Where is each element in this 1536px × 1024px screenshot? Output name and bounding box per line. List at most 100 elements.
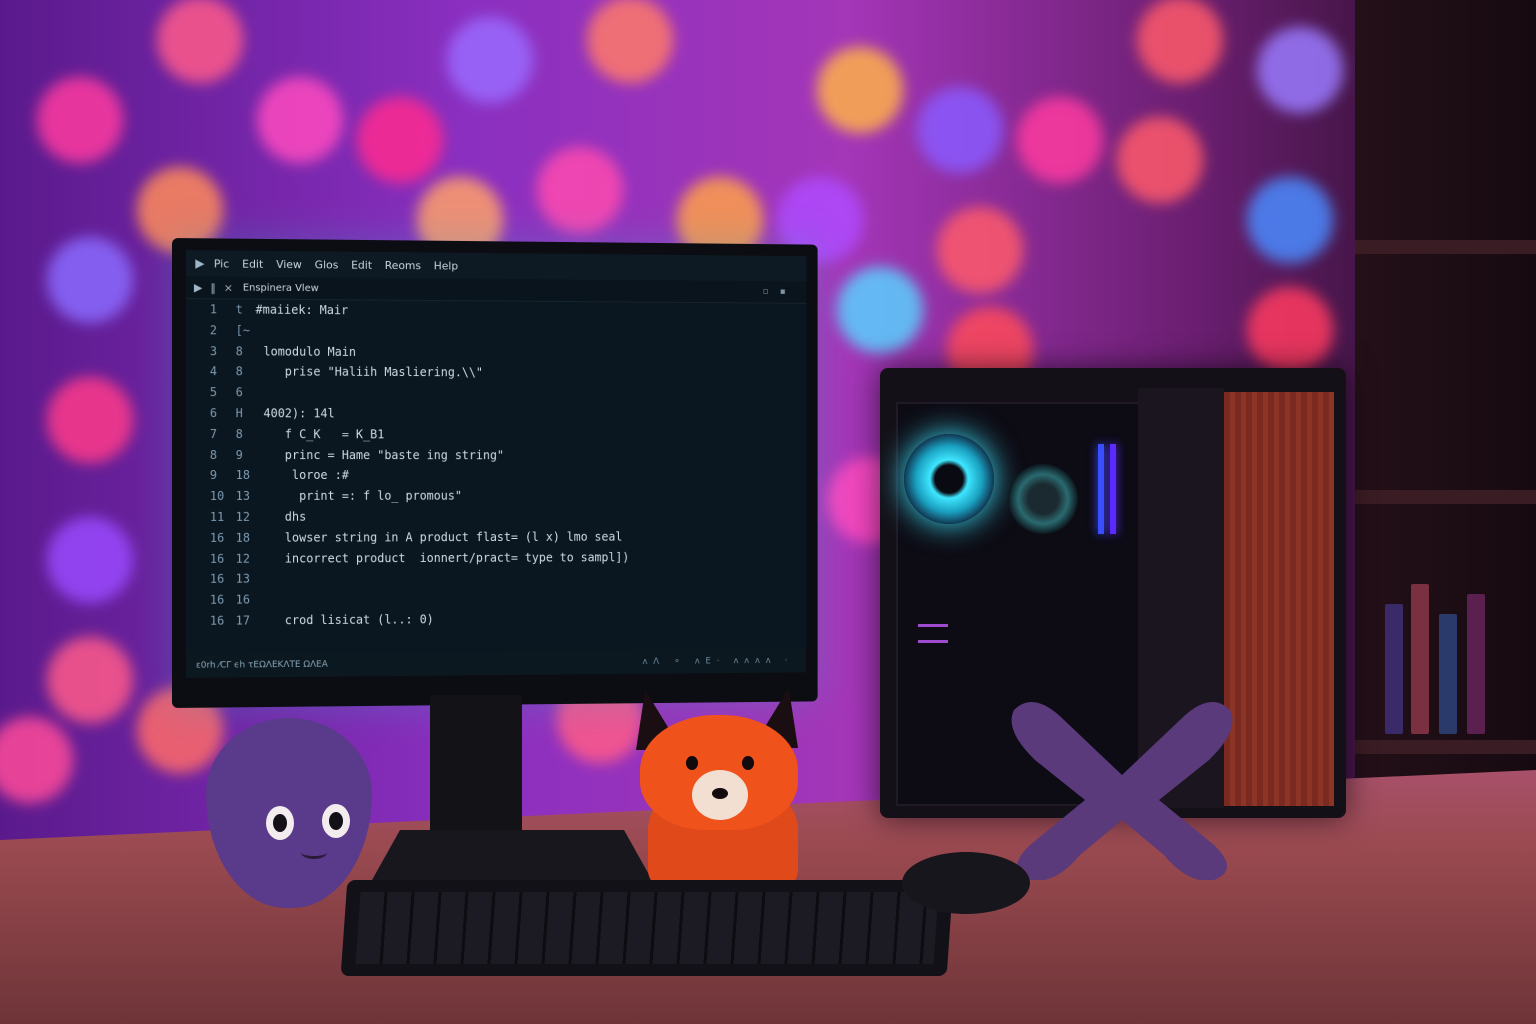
code-text: incorrect product ionnert/pract= type to… [263,550,630,566]
code-text: crod lisicat (l..: 0) [263,612,434,628]
line-gutter: 12 [235,551,250,566]
status-bar: ε0rh ⁄CΓ ϵh τΕΩΛΕΚΛΤΕ ΩΛΕΑ ᴧΛ ⚬ ᴧΕ· ᴧᴧᴧᴧ… [185,648,807,678]
line-gutter: 16 [235,592,250,607]
code-line: 8 9 princ = Hame "baste ing string" [186,448,806,468]
status-left-text: ε0rh ⁄CΓ ϵh τΕΩΛΕΚΛΤΕ ΩΛΕΑ [195,659,328,671]
code-line: 16 13 [186,570,806,593]
code-line: 3 8 lomodulo Main [186,344,806,367]
code-text: print =: f lo_ promous" [263,488,462,504]
code-line: 9 18 loroe :# [186,468,806,488]
line-number: 1 [209,302,218,317]
code-text: lowser string in A product flast= (l x) … [263,529,623,545]
line-number: 16 [209,592,225,607]
code-text: princ = Hame "baste ing string" [263,447,504,462]
menu-item-help[interactable]: Help [434,259,458,272]
menu-item-reoms[interactable]: Reoms [385,259,421,272]
code-text: loroe :# [263,468,349,483]
line-gutter: 13 [235,572,250,587]
code-area[interactable]: 1 t #maiiek: Mair 2 [~ 3 8 lomodulo Main 4 8 pris… [186,302,806,646]
code-text: f C_K = K_B1 [263,426,385,442]
bokeh-light [352,92,448,188]
bokeh-light [1112,112,1208,208]
line-gutter: 18 [235,530,250,545]
code-line: 16 12 incorrect product ionnert/pract= ty… [186,549,806,571]
tab-title[interactable]: Enspinera Vlew [243,282,319,294]
line-gutter: 17 [235,613,250,628]
bokeh-light [442,12,538,108]
line-number: 6 [209,406,218,421]
line-number: 11 [209,509,225,524]
bokeh-light [42,372,138,468]
bokeh-light [1242,172,1338,268]
code-line: 56 [186,385,806,407]
run-icon[interactable]: ▶ [194,281,202,294]
code-line: 6 H 4002): 14l [186,406,806,427]
bokeh-light [252,72,348,168]
line-gutter: 8 [235,343,243,358]
editor-toolbar: ▶ ‖ × Enspinera Vlew ▫▪ [185,276,807,304]
line-gutter: 9 [235,447,243,462]
code-text: 4002): 14l [263,406,335,421]
code-line: 2 [~ [186,323,806,347]
line-gutter: 8 [235,364,243,379]
x-plush [1011,702,1233,880]
code-text: lomodulo Main [263,344,356,359]
bokeh-light [912,82,1008,178]
line-number: 3 [209,343,218,358]
bokeh-light [932,202,1028,298]
line-gutter: 6 [235,385,243,400]
status-right-text: ᴧΛ ⚬ ᴧΕ· ᴧᴧᴧᴧ · [642,655,794,667]
code-text: dhs [263,509,307,524]
line-number: 2 [209,323,218,338]
code-line: 10 13 print =: f lo_ promous" [186,489,806,509]
bokeh-light [42,232,138,328]
bokeh-light [832,262,928,358]
code-line: 16 16 [186,590,806,613]
menu-item-edit[interactable]: Edit [242,257,263,270]
code-line: 7 8 f C_K = K_B1 [186,427,806,448]
bokeh-light [32,72,128,168]
bokeh-light [1242,282,1338,378]
bokeh-light [42,512,138,608]
window-controls-icon[interactable]: ▫▪ [763,287,797,297]
code-line: 16 18 lowser string in A product flast= (… [186,529,806,551]
line-number: 7 [209,426,218,441]
bokeh-light [1012,92,1108,188]
menu-item-pic[interactable]: Pic [214,257,229,270]
line-number: 8 [209,447,218,462]
line-gutter: 8 [235,426,243,441]
line-gutter: t [235,302,243,317]
line-number: 5 [209,385,218,400]
monitor-stand [430,695,522,840]
menu-item-glos[interactable]: Glos [315,258,339,271]
cpu-cooler-icon [1008,464,1078,534]
pause-icon[interactable]: ‖ [210,281,215,294]
line-number: 4 [209,364,218,379]
line-number: 16 [209,530,225,545]
line-gutter: 13 [235,489,250,504]
menu-item-view[interactable]: View [276,257,302,270]
menu-item-edit-2[interactable]: Edit [351,258,372,271]
line-number: 16 [209,551,225,566]
line-number: 16 [209,572,225,587]
line-number: 16 [209,613,225,628]
line-gutter: H [235,406,243,421]
bokeh-light [1252,22,1348,118]
line-gutter: 18 [235,468,250,483]
monitor: ▶ Pic Edit View Glos Edit Reoms Help ▶ ‖… [172,238,818,708]
code-text: prise "Haliih Masliering.\\" [263,364,483,380]
code-editor-window: ▶ Pic Edit View Glos Edit Reoms Help ▶ ‖… [185,250,807,678]
line-gutter: [~ [235,323,250,338]
line-number: 9 [209,468,218,483]
bokeh-light [42,632,138,728]
mouse [902,852,1030,914]
keyboard [340,880,954,976]
monitor-base [372,830,652,880]
bokeh-light [812,42,908,138]
line-number: 10 [209,489,225,504]
tab-close-icon[interactable]: × [224,281,233,294]
code-line: 4 8 prise "Haliih Masliering.\\" [186,364,806,386]
desk-scene: ▶ Pic Edit View Glos Edit Reoms Help ▶ ‖… [0,0,1536,1024]
line-gutter: 12 [235,509,250,524]
code-text: #maiiek: Mair [255,302,349,318]
